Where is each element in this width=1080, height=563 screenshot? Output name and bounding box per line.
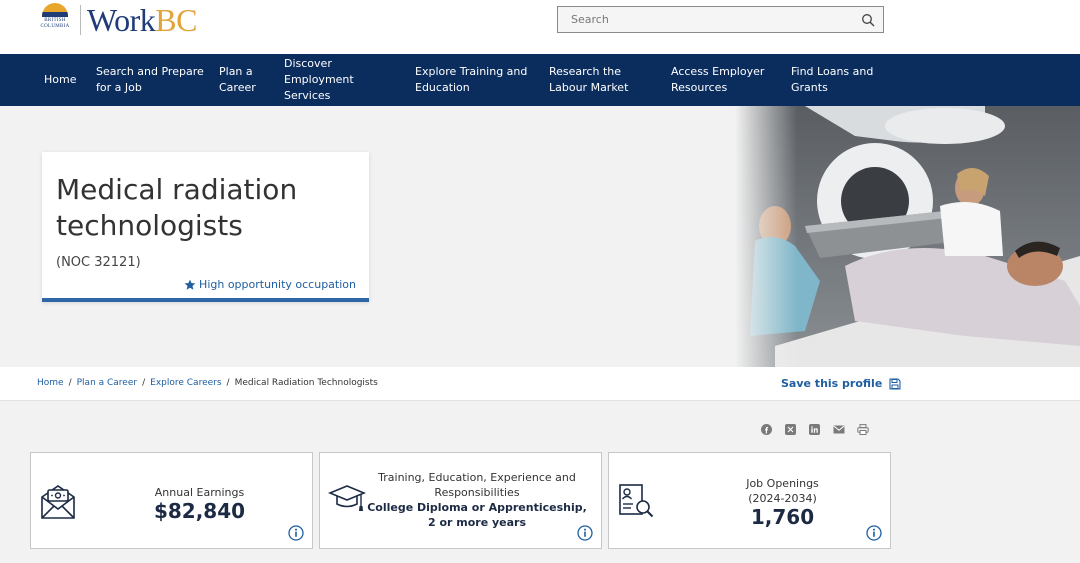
search-icon[interactable] (861, 13, 875, 27)
save-profile-button[interactable]: Save this profile (781, 377, 901, 390)
page-title: Medical radiation technologists (56, 173, 298, 242)
linkedin-icon[interactable] (809, 420, 820, 435)
annual-earnings-value: $82,840 (153, 499, 246, 523)
resume-search-icon (619, 484, 654, 518)
main-nav: Home Search and Prepare for a Job Plan a… (0, 54, 1080, 106)
bc-sun-icon (42, 3, 68, 17)
occupation-title-card: Medical radiation technologists (NOC 321… (42, 152, 369, 302)
bc-government-logo: BRITISH COLUMBIA (36, 3, 74, 37)
annual-earnings-label: Annual Earnings (154, 486, 245, 499)
facebook-icon[interactable] (761, 420, 772, 435)
breadcrumb-explore-careers[interactable]: Explore Careers (150, 378, 221, 388)
hero-photo (735, 106, 1080, 367)
breadcrumb-bar: Home / Plan a Career / Explore Careers /… (0, 367, 1080, 401)
job-openings-card: Job Openings (2024-2034) 1,760 (608, 452, 891, 549)
training-education-value: College Diploma or Apprenticeship, 2 or … (367, 501, 587, 529)
share-toolbar (761, 420, 869, 435)
site-header: BRITISH COLUMBIA WorkBC (0, 0, 1080, 54)
breadcrumb-separator: / (68, 378, 72, 388)
workbc-wordmark: WorkBC (87, 2, 197, 38)
overview-section: Annual Earnings $82,840 Training, Educat… (0, 401, 1080, 563)
high-opportunity-link[interactable]: High opportunity occupation (184, 278, 356, 291)
nav-home[interactable]: Home (44, 54, 76, 106)
training-education-card: Training, Education, Experience and Resp… (319, 452, 602, 549)
job-openings-label: Job Openings (746, 477, 819, 490)
breadcrumb-plan-career[interactable]: Plan a Career (77, 378, 137, 388)
nav-employer-resources[interactable]: Access Employer Resources (671, 54, 767, 106)
nav-search-prepare-job[interactable]: Search and Prepare for a Job (96, 54, 204, 106)
nav-loans-grants[interactable]: Find Loans and Grants (791, 54, 881, 106)
nav-explore-training[interactable]: Explore Training and Education (415, 54, 533, 106)
print-icon[interactable] (857, 420, 869, 435)
x-icon[interactable] (785, 420, 796, 435)
bc-logo-text: BRITISH COLUMBIA (40, 18, 70, 29)
salary-envelope-icon (41, 485, 75, 519)
breadcrumb: Home / Plan a Career / Explore Careers /… (37, 378, 378, 388)
info-icon[interactable] (866, 525, 882, 541)
email-icon[interactable] (833, 420, 845, 434)
save-profile-label: Save this profile (781, 377, 883, 390)
nav-discover-employment[interactable]: Discover Employment Services (284, 54, 400, 106)
high-opportunity-label: High opportunity occupation (199, 278, 356, 291)
breadcrumb-separator: / (142, 378, 146, 388)
info-icon[interactable] (288, 525, 304, 541)
info-icon[interactable] (577, 525, 593, 541)
nav-plan-career[interactable]: Plan a Career (219, 54, 267, 106)
breadcrumb-current: Medical Radiation Technologists (234, 378, 378, 388)
breadcrumb-separator: / (226, 378, 230, 388)
floppy-disk-icon (889, 377, 901, 390)
job-openings-period: (2024-2034) (748, 492, 817, 505)
annual-earnings-card: Annual Earnings $82,840 (30, 452, 313, 549)
logo-divider (80, 5, 81, 35)
search-input[interactable] (558, 7, 883, 32)
search-box (557, 6, 884, 33)
hero-banner: Medical radiation technologists (NOC 321… (0, 106, 1080, 367)
workbc-logo[interactable]: BRITISH COLUMBIA WorkBC (36, 2, 197, 38)
star-icon (184, 279, 196, 290)
nav-research-labour[interactable]: Research the Labour Market (549, 54, 659, 106)
noc-code: (NOC 32121) (56, 255, 141, 270)
job-openings-value: 1,760 (750, 505, 815, 529)
breadcrumb-home[interactable]: Home (37, 378, 64, 388)
graduation-cap-icon (328, 485, 366, 511)
training-education-label: Training, Education, Experience and Resp… (378, 471, 576, 499)
